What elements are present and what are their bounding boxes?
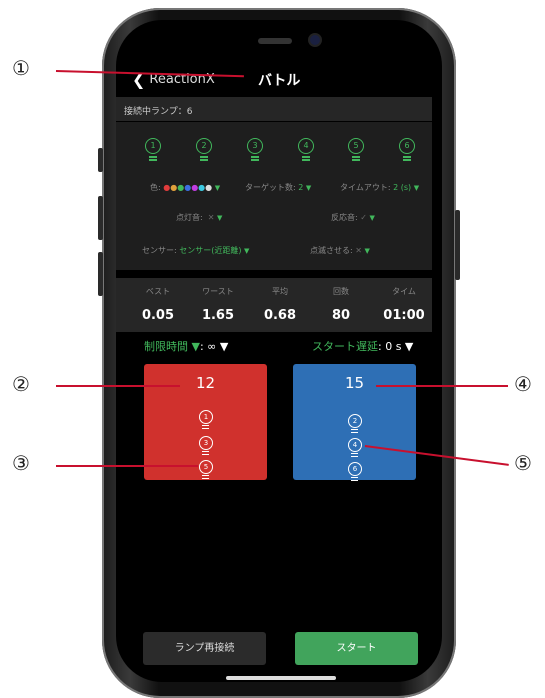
timeout-option[interactable]: タイムアウト: 2 (s) ▼ — [340, 182, 419, 193]
lamp-icon[interactable]: 6 — [397, 138, 417, 162]
sensor-option[interactable]: センサー: センサー(近距離) ▼ — [142, 245, 249, 256]
power-button — [455, 210, 460, 280]
target-count-option[interactable]: ターゲット数: 2 ▼ — [245, 182, 311, 193]
lamp-icon: 2 — [347, 414, 363, 434]
stat-value: 01:00 — [383, 308, 425, 323]
player-blue-card[interactable]: 15 2 4 6 — [293, 364, 416, 482]
callout-4: ④ — [514, 372, 532, 396]
stat-header: 回数 — [333, 287, 349, 296]
lamp-icon[interactable]: 2 — [194, 138, 214, 162]
callout-line — [376, 385, 508, 387]
time-limit-selector[interactable]: 制限時間 ▼: ∞ ▼ — [144, 338, 228, 354]
callout-1: ① — [12, 56, 30, 80]
lamp-icon[interactable]: 1 — [143, 138, 163, 162]
stat-value: 80 — [331, 308, 351, 323]
stat-header: タイム — [392, 287, 416, 296]
callout-line — [56, 385, 180, 387]
off-icon: ✕ — [355, 246, 362, 255]
reaction-sound-option[interactable]: 反応音: ✓ ▼ — [331, 212, 375, 223]
callout-3: ③ — [12, 451, 30, 475]
player-blue-score: 15 — [344, 374, 365, 392]
speaker — [258, 38, 292, 44]
lamp-icon[interactable]: 5 — [346, 138, 366, 162]
blink-option[interactable]: 点滅させる: ✕ ▼ — [310, 245, 370, 256]
stat-header: 平均 — [272, 287, 288, 296]
reconnect-lamps-button[interactable]: ランプ再接続 — [143, 632, 266, 665]
lamp-icon: 6 — [347, 462, 363, 482]
page-title: バトル — [258, 73, 301, 89]
player-red-card[interactable]: 12 1 3 5 — [144, 364, 267, 480]
color-option[interactable]: 色: ●●●●●●● ▼ — [150, 182, 220, 193]
stat-header: ベスト — [145, 287, 171, 296]
stat-value: 0.68 — [263, 308, 297, 323]
connected-lamps-label: 接続中ランプ：6 — [124, 107, 193, 117]
front-camera — [310, 35, 320, 45]
lamp-icon[interactable]: 3 — [245, 138, 265, 162]
player-red-score: 12 — [195, 374, 216, 392]
lamp-icon: 5 — [198, 460, 214, 480]
stat-header: ワースト — [202, 287, 234, 296]
start-button[interactable]: スタート — [295, 632, 418, 665]
light-sound-option[interactable]: 点灯音: ✕ ▼ — [176, 212, 222, 223]
callout-5: ⑤ — [514, 451, 532, 475]
stat-value: 1.65 — [201, 308, 235, 323]
volume-up-button — [98, 196, 103, 240]
lamp-icon[interactable]: 4 — [296, 138, 316, 162]
lamp-icon: 3 — [198, 436, 214, 456]
color-dots: ●●●●●●● — [163, 183, 213, 192]
lamp-icon: 4 — [347, 438, 363, 458]
lamp-icon: 1 — [198, 410, 214, 430]
stat-value: 0.05 — [141, 308, 175, 323]
start-delay-selector[interactable]: スタート遅延: 0 s ▼ — [312, 338, 413, 354]
home-indicator — [226, 676, 336, 680]
mute-switch — [98, 148, 103, 172]
off-icon: ✕ — [207, 213, 215, 222]
check-icon: ✓ — [360, 213, 367, 222]
callout-2: ② — [12, 372, 30, 396]
volume-down-button — [98, 252, 103, 296]
callout-line — [56, 465, 198, 467]
